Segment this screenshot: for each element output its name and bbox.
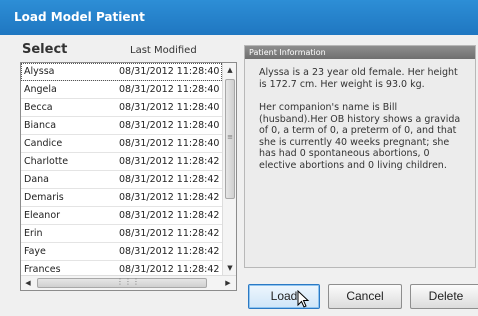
patient-info-panel: Patient Information Alyssa is a 23 year … [244, 45, 476, 268]
patient-info-paragraph: Her companion's name is Bill (husband).H… [259, 102, 461, 171]
last-modified-date: 08/31/2012 11:28:42 [119, 174, 220, 185]
select-column-header: Select [22, 42, 68, 57]
patient-name: Eleanor [24, 210, 61, 221]
window-title: Load Model Patient [0, 0, 478, 35]
list-item[interactable]: Becca 08/31/2012 11:28:40 [21, 99, 222, 117]
last-modified-date: 08/31/2012 11:28:42 [119, 228, 220, 239]
last-modified-date: 08/31/2012 11:28:40 [119, 102, 220, 113]
list-item[interactable]: Demaris 08/31/2012 11:28:42 [21, 189, 222, 207]
last-modified-date: 08/31/2012 11:28:40 [119, 120, 220, 131]
patient-name: Dana [24, 174, 49, 185]
patient-info-paragraph: Alyssa is a 23 year old female. Her heig… [259, 67, 458, 90]
scroll-up-icon[interactable]: ▲ [223, 63, 236, 77]
cancel-button[interactable]: Cancel [328, 284, 402, 309]
scroll-left-icon[interactable]: ◀ [21, 276, 35, 290]
patient-name: Charlotte [24, 156, 69, 167]
last-modified-column-header: Last Modified [130, 45, 197, 56]
last-modified-date: 08/31/2012 11:28:42 [119, 156, 220, 167]
vertical-scroll-thumb[interactable]: ≡ [225, 79, 235, 199]
patient-name: Faye [24, 246, 46, 257]
patient-name: Bianca [24, 120, 57, 131]
list-item[interactable]: Eleanor 08/31/2012 11:28:42 [21, 207, 222, 225]
patient-listbox[interactable]: Alyssa 08/31/2012 11:28:40 Angela 08/31/201… [20, 62, 237, 291]
vertical-scrollbar[interactable]: ▲ ≡ ▼ [222, 63, 236, 275]
last-modified-date: 08/31/2012 11:28:42 [119, 192, 220, 203]
grip-icon: ⋮⋮⋮ [116, 277, 140, 286]
list-item[interactable]: Candice 08/31/2012 11:28:40 [21, 135, 222, 153]
list-item[interactable]: Angela 08/31/2012 11:28:40 [21, 81, 222, 99]
last-modified-date: 08/31/2012 11:28:40 [119, 84, 220, 95]
patient-info-text: Alyssa is a 23 year old female. Her heig… [245, 59, 475, 171]
patient-info-header: Patient Information [245, 46, 475, 59]
patient-name: Erin [24, 228, 43, 239]
last-modified-date: 08/31/2012 11:28:42 [119, 210, 220, 221]
list-item[interactable]: Charlotte 08/31/2012 11:28:42 [21, 153, 222, 171]
last-modified-date: 08/31/2012 11:28:40 [119, 138, 220, 149]
last-modified-date: 08/31/2012 11:28:40 [119, 66, 220, 77]
list-item[interactable]: Faye 08/31/2012 11:28:42 [21, 243, 222, 261]
patient-name: Candice [24, 138, 63, 149]
delete-button[interactable]: Delete [410, 284, 478, 309]
patient-rows: Alyssa 08/31/2012 11:28:40 Angela 08/31/201… [21, 63, 222, 290]
scroll-down-icon[interactable]: ▼ [223, 261, 236, 275]
grip-icon: ≡ [227, 133, 233, 141]
last-modified-date: 08/31/2012 11:28:42 [119, 246, 220, 257]
horizontal-scrollbar[interactable]: ◀ ⋮⋮⋮ ▶ [21, 275, 236, 290]
mouse-pointer-icon [297, 290, 310, 308]
patient-name: Demaris [24, 192, 64, 203]
list-item[interactable]: Dana 08/31/2012 11:28:42 [21, 171, 222, 189]
patient-name: Becca [24, 102, 53, 113]
patient-name: Alyssa [24, 66, 55, 77]
list-item[interactable]: Bianca 08/31/2012 11:28:40 [21, 117, 222, 135]
scroll-right-icon[interactable]: ▶ [221, 276, 235, 290]
list-item[interactable]: Erin 08/31/2012 11:28:42 [21, 225, 222, 243]
list-item[interactable]: Alyssa 08/31/2012 11:28:40 [21, 63, 222, 81]
patient-name: Angela [24, 84, 57, 95]
horizontal-scroll-thumb[interactable]: ⋮⋮⋮ [37, 277, 207, 288]
